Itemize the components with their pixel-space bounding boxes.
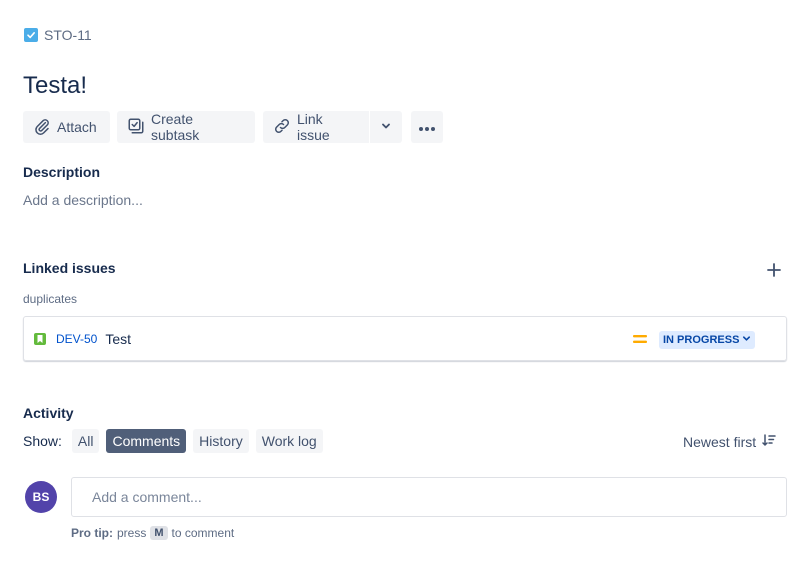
linked-issue-row[interactable]: DEV-50 Test IN PROGRESS: [23, 316, 787, 361]
create-subtask-label: Create subtask: [151, 111, 200, 143]
add-linked-issue-button[interactable]: [766, 262, 782, 278]
link-issue-dropdown-button[interactable]: [370, 111, 402, 143]
more-actions-button[interactable]: [411, 111, 443, 143]
priority-medium-icon: [632, 332, 648, 344]
sort-order-button[interactable]: Newest first: [683, 433, 776, 450]
issue-key[interactable]: STO-11: [24, 27, 92, 43]
activity-heading: Activity: [23, 405, 74, 421]
plus-icon: [766, 263, 782, 282]
issue-title[interactable]: Testa!: [23, 72, 87, 100]
link-issue-label: Link issue: [297, 111, 330, 143]
issue-key-label[interactable]: STO-11: [44, 27, 92, 43]
create-subtask-button[interactable]: Create subtask: [117, 111, 255, 143]
pro-tip-suffix: to comment: [171, 526, 235, 540]
linked-issue-key[interactable]: DEV-50: [56, 332, 97, 346]
description-heading: Description: [23, 164, 101, 180]
filter-history[interactable]: History: [193, 429, 249, 453]
avatar[interactable]: BS: [25, 481, 57, 513]
linked-issues-heading: Linked issues: [23, 260, 116, 276]
show-label: Show:: [23, 433, 62, 449]
pro-tip-press: press: [117, 526, 147, 540]
chevron-down-icon: [742, 334, 751, 346]
attach-button[interactable]: Attach: [23, 111, 110, 143]
filter-all[interactable]: All: [71, 429, 100, 453]
attach-label: Attach: [57, 119, 97, 135]
link-issue-button[interactable]: Link issue: [263, 111, 369, 143]
filter-work-log[interactable]: Work log: [255, 429, 323, 453]
issue-toolbar: Attach Create subtask Link issue: [23, 111, 443, 143]
link-icon: [273, 117, 291, 138]
filter-comments[interactable]: Comments: [106, 429, 187, 453]
paperclip-icon: [33, 117, 51, 138]
sort-label: Newest first: [683, 433, 757, 450]
sort-descending-icon: [762, 433, 776, 450]
link-type-label: duplicates: [23, 292, 78, 306]
pro-tip-label: Pro tip:: [71, 526, 113, 540]
story-icon: [34, 332, 46, 345]
task-checkbox-icon: [24, 28, 38, 42]
pro-tip: Pro tip: press M to comment: [71, 526, 234, 540]
description-field[interactable]: Add a description...: [23, 192, 143, 208]
subtask-icon: [127, 117, 145, 138]
activity-filter-bar: Show: All Comments History Work log: [23, 429, 330, 453]
status-badge[interactable]: IN PROGRESS: [659, 331, 756, 349]
linked-issue-summary[interactable]: Test: [105, 331, 131, 347]
chevron-down-icon: [380, 119, 392, 135]
keyboard-shortcut-key: M: [150, 526, 168, 540]
status-label: IN PROGRESS: [663, 334, 740, 346]
comment-input[interactable]: Add a comment...: [71, 477, 787, 517]
more-icon: [418, 119, 436, 135]
